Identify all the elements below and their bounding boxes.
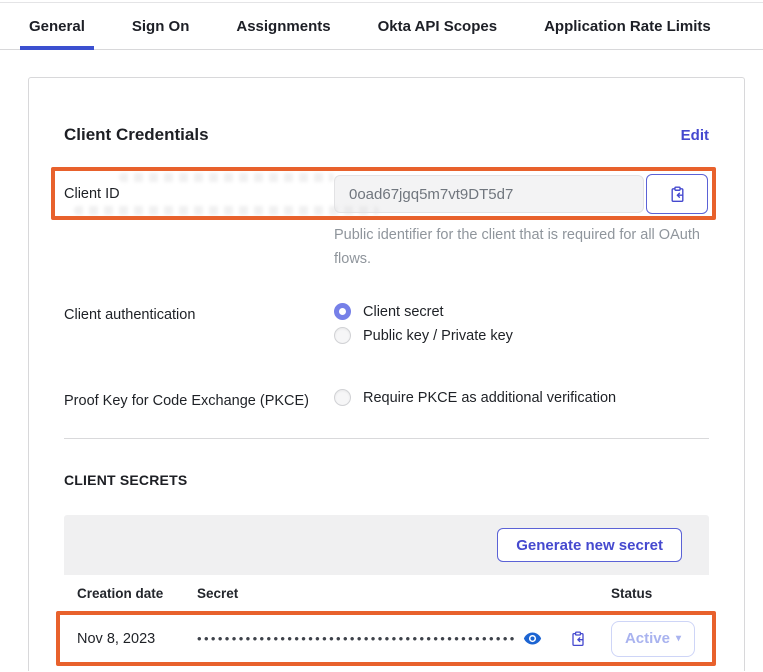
client-authentication-row: Client authentication Client secret Publ… xyxy=(64,297,709,344)
table-toolbar: Generate new secret xyxy=(64,515,709,575)
masked-secret-value: ••••••••••••••••••••••••••••••••••••••••… xyxy=(197,632,517,645)
tab-label: Sign On xyxy=(132,18,190,35)
client-id-help: Public identifier for the client that is… xyxy=(334,223,726,271)
reveal-secret-button[interactable] xyxy=(523,631,542,646)
client-id-input[interactable] xyxy=(334,175,644,213)
client-authentication-label: Client authentication xyxy=(64,297,334,323)
checkbox-unchecked-icon xyxy=(334,389,351,406)
radio-label: Public key / Private key xyxy=(363,328,513,344)
status-cell: Active ▾ xyxy=(611,621,709,657)
client-id-row: Client ID xyxy=(64,174,709,214)
column-header-creation-date: Creation date xyxy=(64,586,197,601)
copy-client-id-button[interactable] xyxy=(646,174,708,214)
app-tabbar: General Sign On Assignments Okta API Sco… xyxy=(0,2,763,50)
radio-label: Client secret xyxy=(363,304,444,320)
client-credentials-header: Client Credentials Edit xyxy=(64,125,709,145)
section-divider xyxy=(64,438,709,439)
tab-okta-api-scopes[interactable]: Okta API Scopes xyxy=(369,3,507,49)
pkce-row: Proof Key for Code Exchange (PKCE) Requi… xyxy=(64,383,709,409)
general-settings-panel: Client Credentials Edit Client ID Public… xyxy=(28,77,745,671)
clipboard-copy-icon xyxy=(570,631,586,647)
checkbox-label: Require PKCE as additional verification xyxy=(363,390,616,406)
client-id-help-row: Public identifier for the client that is… xyxy=(334,223,726,271)
copy-secret-button[interactable] xyxy=(570,631,586,647)
column-header-secret: Secret xyxy=(197,586,611,601)
client-authentication-options: Client secret Public key / Private key xyxy=(334,297,513,344)
active-tab-underline xyxy=(20,46,94,50)
tab-assignments[interactable]: Assignments xyxy=(227,3,339,49)
table-header-row: Creation date Secret Status xyxy=(64,575,709,613)
secret-cell: ••••••••••••••••••••••••••••••••••••••••… xyxy=(197,631,611,647)
checkbox-require-pkce[interactable]: Require PKCE as additional verification xyxy=(334,383,616,406)
section-title: Client Credentials xyxy=(64,125,209,145)
chevron-down-icon: ▾ xyxy=(676,634,681,644)
radio-client-secret[interactable]: Client secret xyxy=(334,303,513,320)
client-secrets-heading: CLIENT SECRETS xyxy=(64,472,709,488)
radio-public-private-key[interactable]: Public key / Private key xyxy=(334,327,513,344)
tab-label: Application Rate Limits xyxy=(544,18,711,35)
status-badge: Active xyxy=(625,630,670,647)
creation-date-cell: Nov 8, 2023 xyxy=(64,631,197,647)
tab-label: Okta API Scopes xyxy=(378,18,498,35)
client-secrets-table: Generate new secret Creation date Secret… xyxy=(64,515,709,665)
client-id-field-group xyxy=(334,174,709,214)
tab-application-rate-limits[interactable]: Application Rate Limits xyxy=(535,3,720,49)
eye-icon xyxy=(523,631,542,646)
radio-selected-icon xyxy=(334,303,351,320)
blurred-redaction-artifact xyxy=(74,206,379,215)
radio-unselected-icon xyxy=(334,327,351,344)
blurred-redaction-artifact xyxy=(119,173,334,182)
tab-sign-on[interactable]: Sign On xyxy=(123,3,199,49)
tab-general[interactable]: General xyxy=(20,3,94,49)
client-id-label: Client ID xyxy=(64,186,334,202)
secret-table-row: Nov 8, 2023 ••••••••••••••••••••••••••••… xyxy=(64,613,709,665)
tab-label: General xyxy=(29,18,85,35)
edit-link[interactable]: Edit xyxy=(681,127,709,144)
generate-new-secret-button[interactable]: Generate new secret xyxy=(497,528,682,562)
tab-label: Assignments xyxy=(236,18,330,35)
status-dropdown[interactable]: Active ▾ xyxy=(611,621,695,657)
clipboard-copy-icon xyxy=(669,186,686,203)
column-header-status: Status xyxy=(611,586,709,601)
pkce-label: Proof Key for Code Exchange (PKCE) xyxy=(64,383,334,409)
